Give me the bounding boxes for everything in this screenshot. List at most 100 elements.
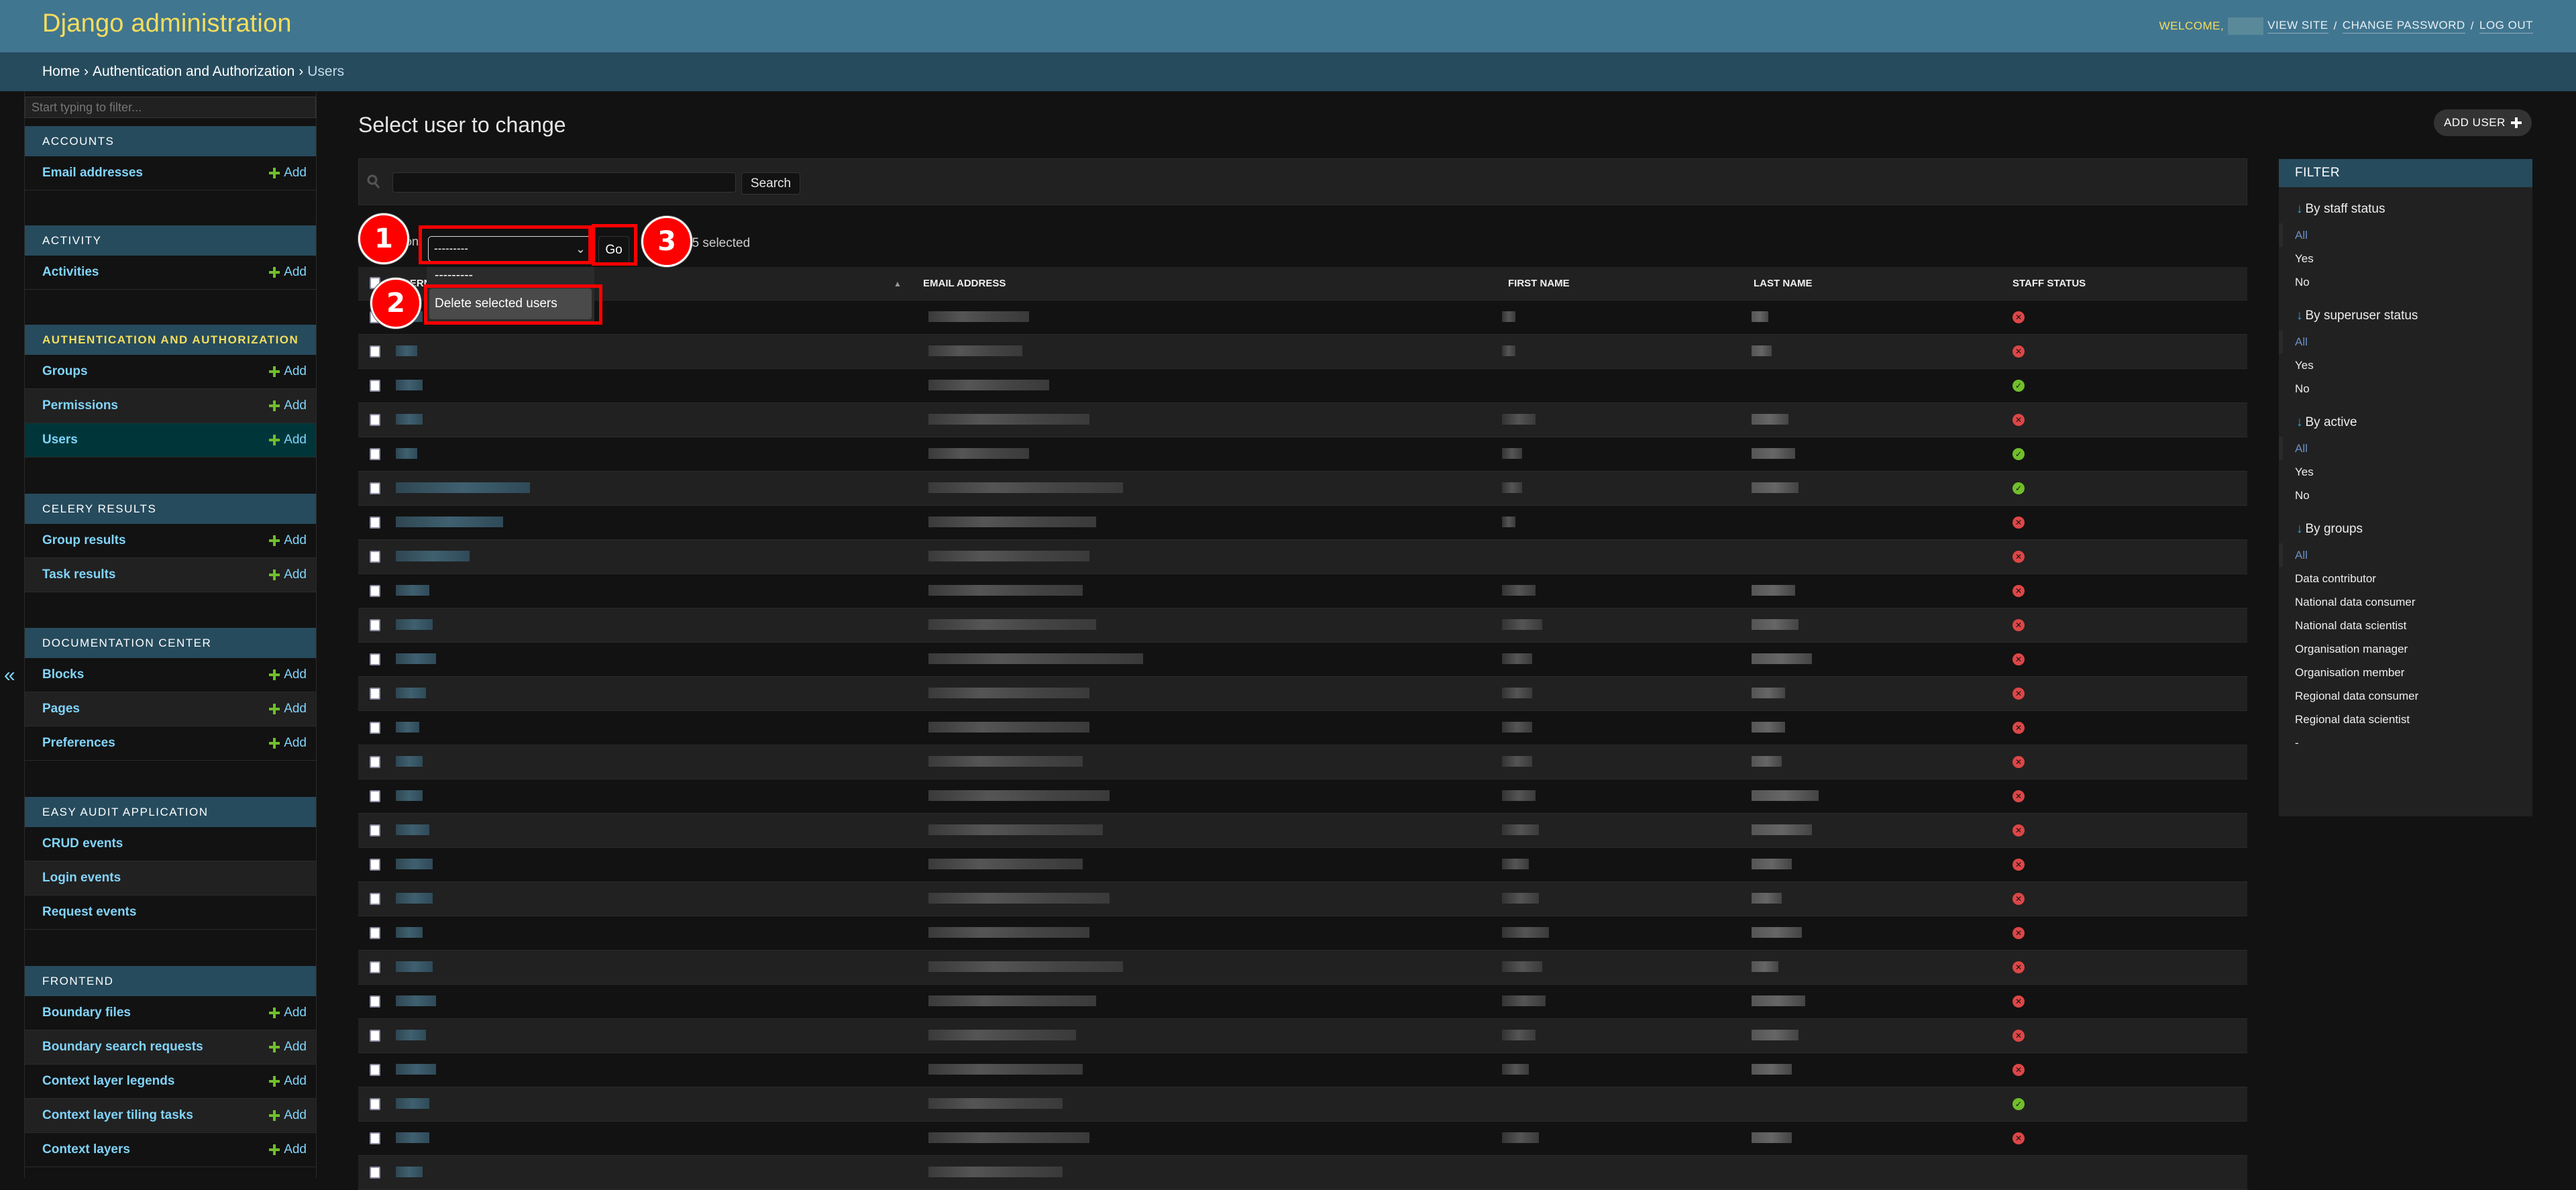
sidebar-item-link[interactable]: Activities [42, 265, 99, 280]
filter-option[interactable]: No [2279, 270, 2532, 294]
sidebar-add-link[interactable]: Add [269, 1006, 307, 1020]
username-link-redacted[interactable] [396, 1167, 423, 1177]
filter-option[interactable]: Yes [2279, 354, 2532, 377]
collapse-sidebar-icon[interactable]: « [4, 664, 15, 687]
search-button[interactable]: Search [741, 172, 800, 195]
filter-group-title[interactable]: ↓ By active [2279, 415, 2532, 430]
column-header-email[interactable]: Email address [923, 278, 1006, 289]
username-link-redacted[interactable] [396, 1098, 429, 1109]
username-link-redacted[interactable] [396, 824, 429, 835]
username-link-redacted[interactable] [396, 961, 433, 972]
search-input[interactable] [392, 172, 736, 193]
sidebar-module-caption[interactable]: Accounts [25, 126, 316, 156]
sidebar-item-link[interactable]: Permissions [42, 398, 118, 413]
sidebar-add-link[interactable]: Add [269, 533, 307, 548]
row-checkbox[interactable] [370, 1064, 380, 1076]
row-checkbox[interactable] [370, 1132, 380, 1144]
filter-option[interactable]: National data consumer [2279, 590, 2532, 614]
username-link-redacted[interactable] [396, 380, 423, 390]
sidebar-add-link[interactable]: Add [269, 166, 307, 180]
sidebar-item-link[interactable]: Context layers [42, 1142, 130, 1157]
row-checkbox[interactable] [370, 551, 380, 563]
row-checkbox[interactable] [370, 722, 380, 734]
filter-option[interactable]: All [2279, 330, 2532, 354]
filter-option[interactable]: No [2279, 484, 2532, 507]
username-link-redacted[interactable] [396, 688, 426, 698]
sidebar-item-link[interactable]: Pages [42, 702, 80, 716]
filter-option[interactable]: All [2279, 223, 2532, 247]
username-link-redacted[interactable] [396, 722, 419, 733]
sidebar-add-link[interactable]: Add [269, 433, 307, 447]
sidebar-add-link[interactable]: Add [269, 398, 307, 413]
sidebar-add-link[interactable]: Add [269, 1074, 307, 1089]
breadcrumb-home[interactable]: Home [42, 64, 80, 79]
filter-group-title[interactable]: ↓ By groups [2279, 522, 2532, 537]
column-header-first-name[interactable]: First name [1508, 278, 1570, 289]
filter-option[interactable]: Yes [2279, 247, 2532, 270]
sidebar-add-link[interactable]: Add [269, 667, 307, 682]
sidebar-item-link[interactable]: Blocks [42, 667, 84, 682]
row-checkbox[interactable] [370, 790, 380, 802]
sidebar-add-link[interactable]: Add [269, 1108, 307, 1123]
username-link-redacted[interactable] [396, 790, 423, 801]
breadcrumb-auth[interactable]: Authentication and Authorization [93, 64, 294, 79]
site-title[interactable]: Django administration [42, 9, 292, 38]
row-checkbox[interactable] [370, 585, 380, 597]
row-checkbox[interactable] [370, 482, 380, 494]
username-link-redacted[interactable] [396, 859, 433, 869]
sidebar-module-caption[interactable]: Celery Results [25, 494, 316, 524]
row-checkbox[interactable] [370, 927, 380, 939]
row-checkbox[interactable] [370, 995, 380, 1008]
change-password-link[interactable]: Change password [2342, 19, 2465, 34]
username-link-redacted[interactable] [396, 482, 530, 493]
sidebar-add-link[interactable]: Add [269, 1142, 307, 1157]
sidebar-item-link[interactable]: Task results [42, 567, 115, 582]
username-link-redacted[interactable] [396, 551, 470, 561]
filter-group-title[interactable]: ↓ By staff status [2279, 202, 2532, 217]
username-link-redacted[interactable] [396, 927, 423, 938]
sidebar-item-link[interactable]: Boundary files [42, 1006, 131, 1020]
filter-option[interactable]: Organisation manager [2279, 637, 2532, 661]
row-checkbox[interactable] [370, 380, 380, 392]
username-link-redacted[interactable] [396, 619, 433, 630]
sidebar-module-caption[interactable]: Easy Audit Application [25, 797, 316, 827]
row-checkbox[interactable] [370, 517, 380, 529]
sidebar-filter-input[interactable] [25, 97, 316, 118]
filter-option[interactable]: Yes [2279, 460, 2532, 484]
row-checkbox[interactable] [370, 1167, 380, 1179]
add-user-button[interactable]: Add user [2434, 109, 2532, 136]
filter-option[interactable]: - [2279, 731, 2532, 755]
row-checkbox[interactable] [370, 1098, 380, 1110]
sidebar-module-caption[interactable]: Activity [25, 225, 316, 256]
filter-option[interactable]: Regional data scientist [2279, 708, 2532, 731]
username-link-redacted[interactable] [396, 756, 423, 767]
username-link-redacted[interactable] [396, 995, 436, 1006]
log-out-link[interactable]: Log out [2479, 19, 2533, 34]
sidebar-module-caption[interactable]: Documentation Center [25, 628, 316, 658]
sidebar-item-link[interactable]: Preferences [42, 736, 115, 751]
sidebar-add-link[interactable]: Add [269, 364, 307, 379]
username-link-redacted[interactable] [396, 585, 429, 596]
row-checkbox[interactable] [370, 893, 380, 905]
column-header-last-name[interactable]: Last name [1754, 278, 1813, 289]
sidebar-add-link[interactable]: Add [269, 1040, 307, 1054]
filter-option[interactable]: Organisation member [2279, 661, 2532, 684]
sidebar-add-link[interactable]: Add [269, 702, 307, 716]
sidebar-item-link[interactable]: Context layer tiling tasks [42, 1108, 193, 1123]
filter-option[interactable]: All [2279, 437, 2532, 460]
filter-option[interactable]: Data contributor [2279, 567, 2532, 590]
sort-ascending-icon[interactable]: ▲ [894, 279, 902, 288]
filter-option[interactable]: All [2279, 543, 2532, 567]
username-link-redacted[interactable] [396, 414, 423, 425]
sidebar-item-link[interactable]: Group results [42, 533, 126, 548]
sidebar-module-caption[interactable]: Authentication and Authorization [25, 325, 316, 355]
row-checkbox[interactable] [370, 619, 380, 631]
username-link-redacted[interactable] [396, 448, 417, 459]
username-link-redacted[interactable] [396, 893, 433, 904]
username-link-redacted[interactable] [396, 1132, 429, 1143]
column-header-staff-status[interactable]: Staff status [2012, 278, 2086, 289]
view-site-link[interactable]: View site [2267, 19, 2328, 34]
sidebar-item-link[interactable]: Request events [42, 905, 136, 920]
username-link-redacted[interactable] [396, 653, 436, 664]
row-checkbox[interactable] [370, 756, 380, 768]
